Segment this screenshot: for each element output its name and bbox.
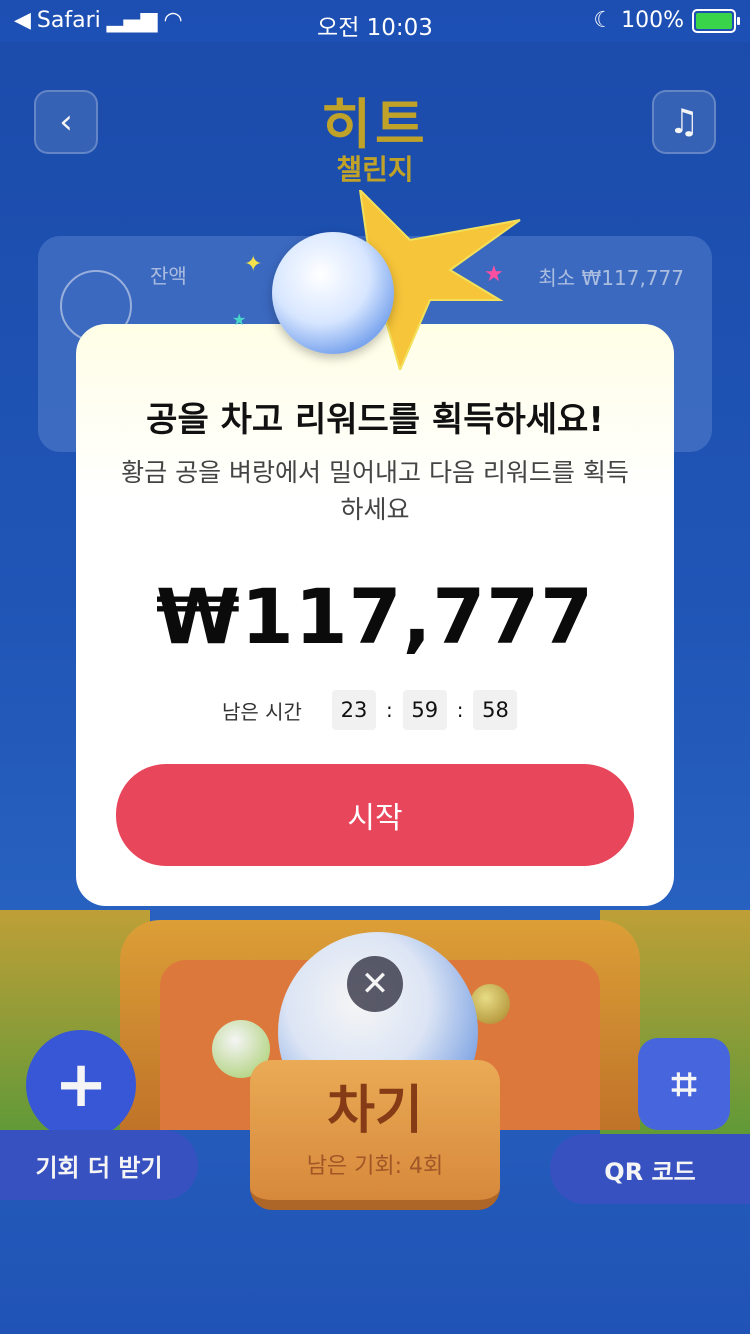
status-right: ☾ 100%: [593, 8, 740, 33]
countdown-timer: 남은 시간 23 : 59 : 58: [222, 690, 518, 730]
reward-modal: 공을 차고 리워드를 획득하세요! 황금 공을 벼랑에서 밀어내고 다음 리워드…: [76, 324, 674, 906]
soccer-ball-icon: [272, 232, 394, 354]
timer-seconds: 58: [473, 690, 518, 730]
modal-title: 공을 차고 리워드를 획득하세요!: [146, 400, 604, 440]
timer-label: 남은 시간: [222, 699, 302, 724]
battery-icon: [692, 8, 740, 33]
sparkle-icon: ✦: [244, 252, 263, 277]
start-button[interactable]: 시작: [116, 764, 634, 866]
reward-amount: ₩117,777: [156, 572, 594, 661]
timer-minutes: 59: [402, 690, 447, 730]
moon-icon: ☾: [593, 8, 614, 33]
timer-hours: 23: [331, 690, 376, 730]
status-bar: ◀ Safari ▂▄▆ ◠ 오전 10:03 ☾ 100%: [0, 0, 750, 42]
sparkle-icon: ★: [484, 262, 504, 287]
modal-description: 황금 공을 벼랑에서 밀어내고 다음 리워드를 획득하세요: [121, 458, 629, 524]
sparkle-icon: ★: [232, 310, 247, 329]
battery-percent: 100%: [621, 8, 684, 33]
timer-separator: :: [385, 698, 393, 722]
timer-separator: :: [456, 698, 464, 722]
